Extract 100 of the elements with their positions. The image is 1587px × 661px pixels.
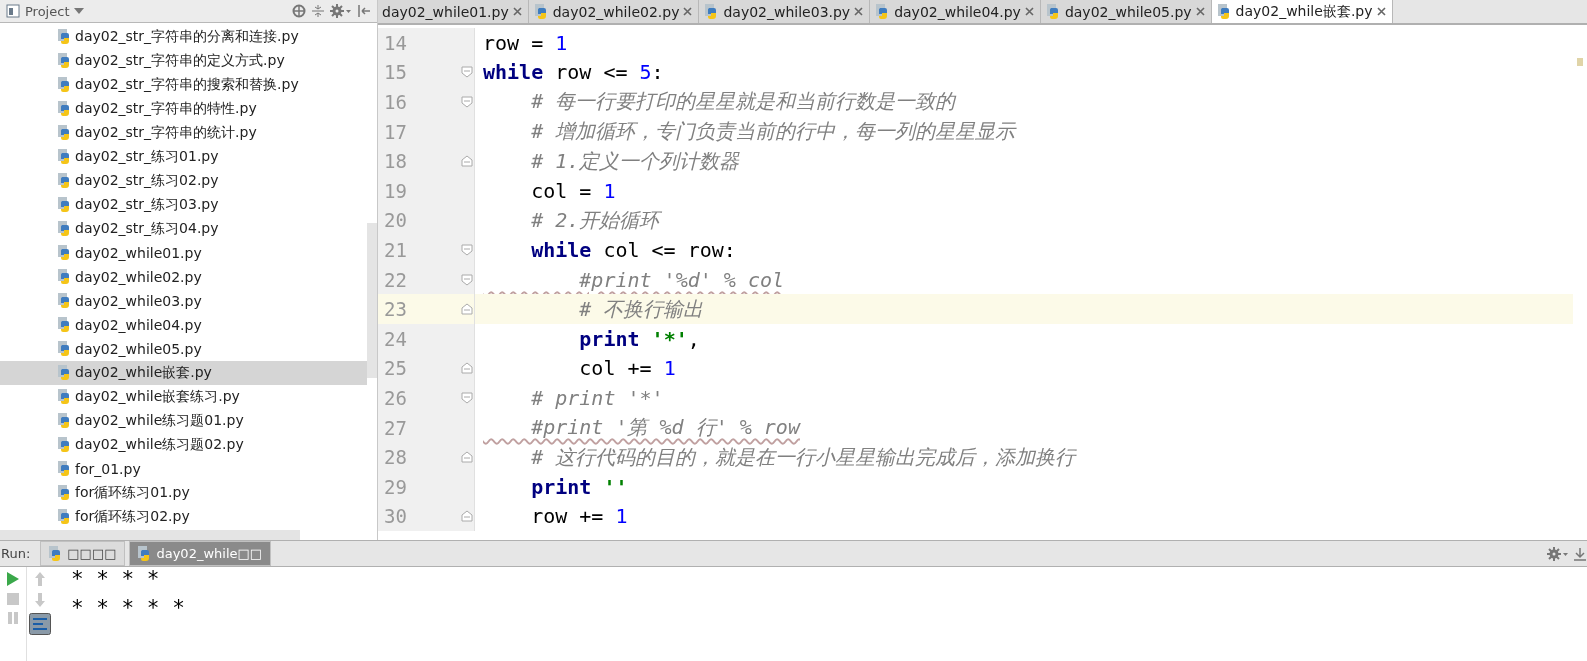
close-icon[interactable] [854, 7, 864, 16]
code-line: # 2.开始循环 [530, 206, 663, 234]
fold-marker-icon[interactable] [461, 391, 473, 404]
editor-tab[interactable]: day02_while05.py [1040, 0, 1212, 23]
line-number: 15 [383, 61, 408, 84]
code-line: print '*', [578, 325, 701, 353]
close-icon[interactable] [1195, 7, 1205, 16]
line-number: 23 [383, 298, 408, 321]
close-icon[interactable] [1024, 7, 1034, 16]
file-tree-item[interactable]: day02_while练习题01.py [0, 409, 367, 433]
code-line: while row <= 5: [482, 59, 665, 87]
down-arrow-icon[interactable] [33, 592, 47, 608]
code-line: # 1.定义一个列计数器 [530, 147, 741, 175]
soft-wrap-icon[interactable] [29, 613, 51, 635]
fold-marker-icon[interactable] [461, 303, 473, 316]
python-file-icon [58, 77, 72, 93]
scrollbar-thumb[interactable] [367, 223, 377, 378]
settings-icon[interactable] [1547, 546, 1569, 561]
hide-panel-icon[interactable] [357, 4, 371, 18]
file-tree-item[interactable]: for_01.py [0, 457, 367, 481]
file-tree-item[interactable]: day02_while01.py [0, 241, 367, 265]
run-icon[interactable] [6, 571, 20, 587]
editor-tab[interactable]: day02_while嵌套.py [1211, 0, 1393, 23]
console-output: * * * * * [71, 596, 185, 622]
crosshair-icon[interactable] [292, 4, 306, 18]
close-icon[interactable] [1376, 7, 1386, 16]
hide-panel-icon[interactable] [1573, 546, 1587, 561]
close-icon[interactable] [683, 7, 693, 16]
file-tree-item[interactable]: day02_str_练习01.py [0, 145, 367, 169]
file-tree-item[interactable]: day02_while04.py [0, 313, 367, 337]
line-number: 16 [383, 91, 408, 113]
code-line: # 每一行要打印的星星就是和当前行数是一致的 [530, 88, 958, 116]
file-tree-item[interactable]: for循环练习01.py [0, 481, 367, 505]
line-number: 17 [383, 120, 408, 143]
line-number: 26 [383, 386, 408, 409]
file-tree-item[interactable]: day02_str_字符串的定义方式.py [0, 49, 367, 73]
python-file-icon [58, 317, 72, 333]
settings-icon[interactable] [330, 4, 352, 18]
python-file-icon [58, 125, 72, 141]
console-output: * * * * [71, 567, 161, 593]
python-file-icon [58, 293, 72, 309]
up-arrow-icon[interactable] [33, 571, 47, 587]
file-tree-item[interactable]: day02_while03.py [0, 289, 367, 313]
python-file-icon [58, 413, 72, 429]
dropdown-caret-icon[interactable] [74, 8, 85, 14]
python-file-icon [58, 485, 72, 501]
run-label: Run: [0, 546, 32, 561]
line-number: 29 [383, 475, 408, 498]
python-file-icon [58, 173, 72, 189]
file-tree-item[interactable]: day02_while05.py [0, 337, 367, 361]
file-tree-item[interactable]: day02_while嵌套练习.py [0, 385, 367, 409]
code-line: col += 1 [578, 355, 677, 383]
editor-tab[interactable]: day02_while03.py [699, 0, 871, 23]
code-line: # print '*' [530, 384, 665, 412]
code-line: while col <= row: [530, 236, 737, 264]
line-number: 20 [383, 209, 408, 232]
error-stripe-mark [1577, 58, 1583, 66]
panel-title: Project [25, 3, 70, 19]
stop-icon[interactable] [6, 592, 20, 606]
python-file-icon [58, 509, 72, 525]
collapse-icon[interactable] [311, 4, 325, 18]
file-tree-item[interactable]: day02_while嵌套.py [0, 361, 367, 385]
file-tree-item[interactable]: day02_while02.py [0, 265, 367, 289]
file-tree-item[interactable]: day02_str_字符串的特性.py [0, 97, 367, 121]
fold-marker-icon[interactable] [461, 155, 473, 168]
file-tree-item[interactable]: day02_str_练习04.py [0, 217, 367, 241]
file-tree-item[interactable]: day02_str_练习03.py [0, 193, 367, 217]
fold-marker-icon[interactable] [461, 451, 473, 464]
file-tree-item[interactable]: day02_str_字符串的统计.py [0, 121, 367, 145]
close-icon[interactable] [512, 7, 522, 16]
scrollbar-thumb[interactable] [0, 530, 300, 540]
fold-marker-icon[interactable] [461, 66, 473, 79]
pause-icon[interactable] [6, 611, 20, 625]
python-file-icon [58, 149, 72, 165]
python-file-icon [58, 221, 72, 237]
line-number: 24 [383, 327, 408, 350]
editor-tab[interactable]: day02_while01.py [378, 0, 529, 23]
editor-tab[interactable]: day02_while04.py [870, 0, 1041, 23]
python-file-icon [534, 3, 549, 20]
fold-marker-icon[interactable] [461, 243, 473, 256]
fold-marker-icon[interactable] [461, 510, 473, 523]
python-file-icon [58, 269, 72, 285]
python-file-icon [58, 245, 72, 261]
editor-tab[interactable]: day02_while02.py [528, 0, 700, 23]
project-view-icon [6, 4, 20, 18]
fold-marker-icon[interactable] [461, 362, 473, 375]
code-line: col = 1 [530, 177, 617, 205]
file-tree-item[interactable]: day02_str_字符串的搜索和替换.py [0, 73, 367, 97]
line-number: 14 [383, 31, 408, 54]
run-tab[interactable]: □□□□ [40, 541, 126, 566]
code-line: row = 1 [482, 29, 569, 57]
python-file-icon [1217, 3, 1232, 20]
file-tree-item[interactable]: day02_str_练习02.py [0, 169, 367, 193]
python-file-icon [58, 437, 72, 453]
fold-marker-icon[interactable] [461, 96, 473, 108]
file-tree-item[interactable]: for循环练习02.py [0, 505, 367, 529]
line-number: 27 [383, 416, 408, 439]
file-tree-item[interactable]: day02_while练习题02.py [0, 433, 367, 457]
fold-marker-icon[interactable] [461, 273, 473, 286]
file-tree-item[interactable]: day02_str_字符串的分离和连接.py [0, 25, 367, 49]
